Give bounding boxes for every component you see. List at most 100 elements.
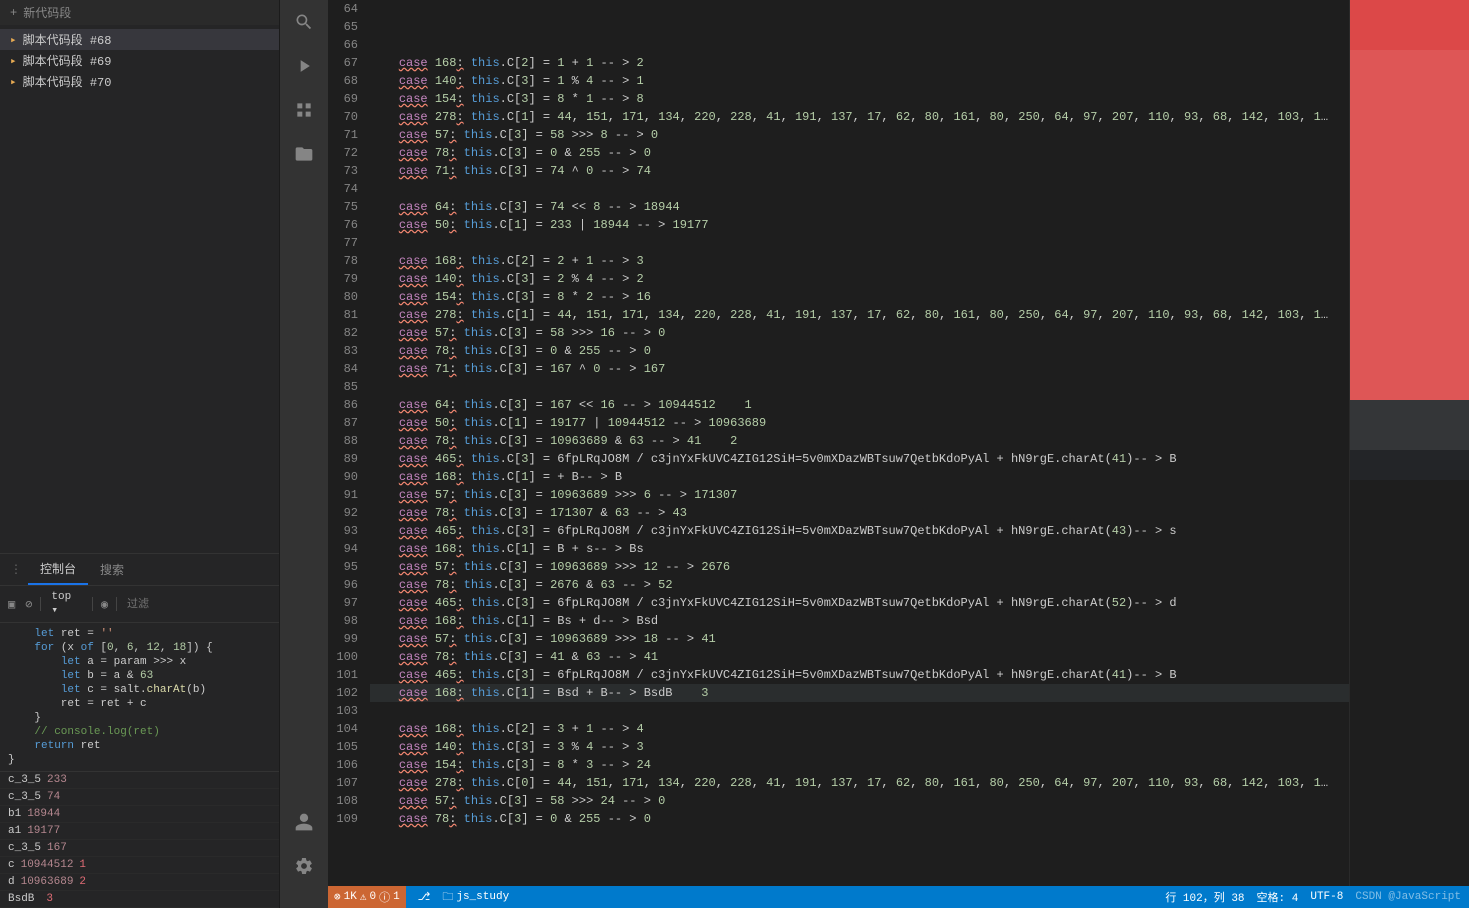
code-line[interactable]: case 168: this.C[2] = 2 + 1 -- > 3 — [370, 252, 1349, 270]
explorer-pane: + 新代码段 ▸ 脚本代码段 #68 ▸ 脚本代码段 #69 ▸ 脚本代码段 #… — [0, 0, 280, 908]
folder-label: js_study — [456, 891, 509, 903]
code-line[interactable]: case 78: this.C[3] = 171307 & 63 -- > 43 — [370, 504, 1349, 522]
drag-icon[interactable]: ⋮ — [4, 562, 28, 577]
code-line[interactable]: case 168: this.C[1] = Bs + d-- > Bsd — [370, 612, 1349, 630]
code-line[interactable]: case 168: this.C[1] = + B-- > B — [370, 468, 1349, 486]
code-line[interactable]: case 168: this.C[1] = Bsd + B-- > BsdB 3 — [370, 684, 1349, 702]
code-line[interactable] — [370, 378, 1349, 396]
snippet-label: 脚本代码段 #69 — [23, 52, 112, 69]
code-content[interactable]: case 168: this.C[2] = 1 + 1 -- > 2 case … — [370, 0, 1349, 886]
extensions-icon[interactable] — [292, 98, 316, 122]
code-line[interactable]: case 278: this.C[1] = 44, 151, 171, 134,… — [370, 306, 1349, 324]
folder-icon[interactable] — [292, 142, 316, 166]
result-line[interactable]: b118944 — [0, 806, 279, 823]
account-icon[interactable] — [292, 810, 316, 834]
code-line[interactable]: case 278: this.C[0] = 44, 151, 171, 134,… — [370, 774, 1349, 792]
editor-area: 6465666768697071727374757677787980818283… — [328, 0, 1469, 908]
code-line[interactable]: case 64: this.C[3] = 74 << 8 -- > 18944 — [370, 198, 1349, 216]
status-line-col[interactable]: 行 102，列 38 — [1165, 889, 1244, 905]
file-icon: ▸ — [10, 54, 17, 68]
code-line[interactable] — [370, 234, 1349, 252]
status-branch[interactable]: ⎇ — [418, 890, 431, 904]
folder-icon: 🗀 — [442, 888, 453, 907]
code-line[interactable]: case 57: this.C[3] = 58 >>> 8 -- > 0 — [370, 126, 1349, 144]
code-line[interactable]: case 154: this.C[3] = 8 * 2 -- > 16 — [370, 288, 1349, 306]
code-line[interactable]: case 78: this.C[3] = 41 & 63 -- > 41 — [370, 648, 1349, 666]
result-line[interactable]: c_3_5167 — [0, 840, 279, 857]
code-line[interactable]: case 465: this.C[3] = 6fpLRqJO8M / c3jnY… — [370, 450, 1349, 468]
status-spaces[interactable]: 空格: 4 — [1257, 889, 1299, 905]
new-snippet-button[interactable]: + 新代码段 — [0, 0, 279, 25]
code-line[interactable]: case 57: this.C[3] = 10963689 >>> 12 -- … — [370, 558, 1349, 576]
code-line[interactable]: case 78: this.C[3] = 0 & 255 -- > 0 — [370, 144, 1349, 162]
tab-console[interactable]: 控制台 — [28, 554, 88, 585]
editor-body[interactable]: 6465666768697071727374757677787980818283… — [328, 0, 1469, 886]
eye-icon[interactable]: ◉ — [99, 595, 110, 614]
code-line[interactable]: case 140: this.C[3] = 3 % 4 -- > 3 — [370, 738, 1349, 756]
new-snippet-label: 新代码段 — [23, 4, 71, 21]
code-line[interactable]: case 57: this.C[3] = 58 >>> 16 -- > 0 — [370, 324, 1349, 342]
code-line[interactable]: case 78: this.C[3] = 0 & 255 -- > 0 — [370, 342, 1349, 360]
result-line[interactable]: c_3_5233 — [0, 772, 279, 789]
code-line[interactable]: case 78: this.C[3] = 10963689 & 63 -- > … — [370, 432, 1349, 450]
snippet-label: 脚本代码段 #70 — [23, 73, 112, 90]
info-icon: ⓘ — [379, 889, 390, 905]
code-line[interactable]: case 78: this.C[3] = 2676 & 63 -- > 52 — [370, 576, 1349, 594]
scope-select[interactable]: top ▾ — [47, 589, 86, 619]
file-icon: ▸ — [10, 75, 17, 89]
result-line[interactable]: a119177 — [0, 823, 279, 840]
status-bar: ⊗1K ⚠0 ⓘ1 ⎇ 🗀 js_study 行 102，列 38 空格: 4 … — [328, 886, 1469, 908]
status-watermark: CSDN @JavaScript — [1355, 891, 1461, 903]
code-line[interactable]: case 57: this.C[3] = 58 >>> 24 -- > 0 — [370, 792, 1349, 810]
code-line[interactable]: case 140: this.C[3] = 2 % 4 -- > 2 — [370, 270, 1349, 288]
code-line[interactable]: case 168: this.C[1] = B + s-- > Bs — [370, 540, 1349, 558]
code-line[interactable]: case 50: this.C[1] = 233 | 18944 -- > 19… — [370, 216, 1349, 234]
activity-bar — [280, 0, 328, 908]
status-folder[interactable]: 🗀 js_study — [442, 888, 509, 907]
code-line[interactable]: case 64: this.C[3] = 167 << 16 -- > 1094… — [370, 396, 1349, 414]
snippet-item[interactable]: ▸ 脚本代码段 #68 — [0, 29, 279, 50]
code-line[interactable]: case 57: this.C[3] = 10963689 >>> 6 -- >… — [370, 486, 1349, 504]
console-toolbar: ▣ ⊘ top ▾ ◉ — [0, 585, 279, 623]
snippet-label: 脚本代码段 #68 — [23, 31, 112, 48]
minimap[interactable] — [1349, 0, 1469, 886]
code-line[interactable]: case 465: this.C[3] = 6fpLRqJO8M / c3jnY… — [370, 522, 1349, 540]
code-line[interactable]: case 278: this.C[1] = 44, 151, 171, 134,… — [370, 108, 1349, 126]
clear-icon[interactable]: ⊘ — [23, 595, 34, 614]
code-line[interactable]: case 57: this.C[3] = 10963689 >>> 18 -- … — [370, 630, 1349, 648]
plus-icon: + — [10, 6, 17, 20]
snippet-item[interactable]: ▸ 脚本代码段 #69 — [0, 50, 279, 71]
filter-input[interactable] — [123, 596, 273, 612]
code-line[interactable]: case 465: this.C[3] = 6fpLRqJO8M / c3jnY… — [370, 594, 1349, 612]
snippet-item[interactable]: ▸ 脚本代码段 #70 — [0, 71, 279, 92]
code-line[interactable]: case 50: this.C[1] = 19177 | 10944512 --… — [370, 414, 1349, 432]
code-line[interactable] — [370, 702, 1349, 720]
gear-icon[interactable] — [292, 854, 316, 878]
code-line[interactable]: case 168: this.C[2] = 1 + 1 -- > 2 — [370, 54, 1349, 72]
code-line[interactable]: case 154: this.C[3] = 8 * 1 -- > 8 — [370, 90, 1349, 108]
code-line[interactable]: case 168: this.C[2] = 3 + 1 -- > 4 — [370, 720, 1349, 738]
error-icon: ⊗ — [334, 890, 341, 904]
branch-icon: ⎇ — [418, 890, 431, 904]
result-line[interactable]: BsdB3 — [0, 891, 279, 908]
toggle-sidebar-icon[interactable]: ▣ — [6, 595, 17, 614]
code-line[interactable] — [370, 180, 1349, 198]
code-line[interactable]: case 465: this.C[3] = 6fpLRqJO8M / c3jnY… — [370, 666, 1349, 684]
code-line[interactable]: case 71: this.C[3] = 74 ^ 0 -- > 74 — [370, 162, 1349, 180]
code-line[interactable]: case 154: this.C[3] = 8 * 3 -- > 24 — [370, 756, 1349, 774]
code-line[interactable]: case 140: this.C[3] = 1 % 4 -- > 1 — [370, 72, 1349, 90]
code-line[interactable] — [370, 36, 1349, 54]
debug-icon[interactable] — [292, 54, 316, 78]
result-line[interactable]: c109445121 — [0, 857, 279, 874]
result-line[interactable]: d109636892 — [0, 874, 279, 891]
code-line[interactable]: case 71: this.C[3] = 167 ^ 0 -- > 167 — [370, 360, 1349, 378]
code-line[interactable]: case 78: this.C[3] = 0 & 255 -- > 0 — [370, 810, 1349, 828]
code-line[interactable] — [370, 0, 1349, 18]
status-encoding[interactable]: UTF-8 — [1310, 891, 1343, 903]
code-line[interactable] — [370, 18, 1349, 36]
search-icon[interactable] — [292, 10, 316, 34]
status-errors[interactable]: ⊗1K ⚠0 ⓘ1 — [328, 886, 406, 908]
line-gutter: 6465666768697071727374757677787980818283… — [328, 0, 370, 886]
tab-search[interactable]: 搜索 — [88, 555, 136, 584]
result-line[interactable]: c_3_574 — [0, 789, 279, 806]
